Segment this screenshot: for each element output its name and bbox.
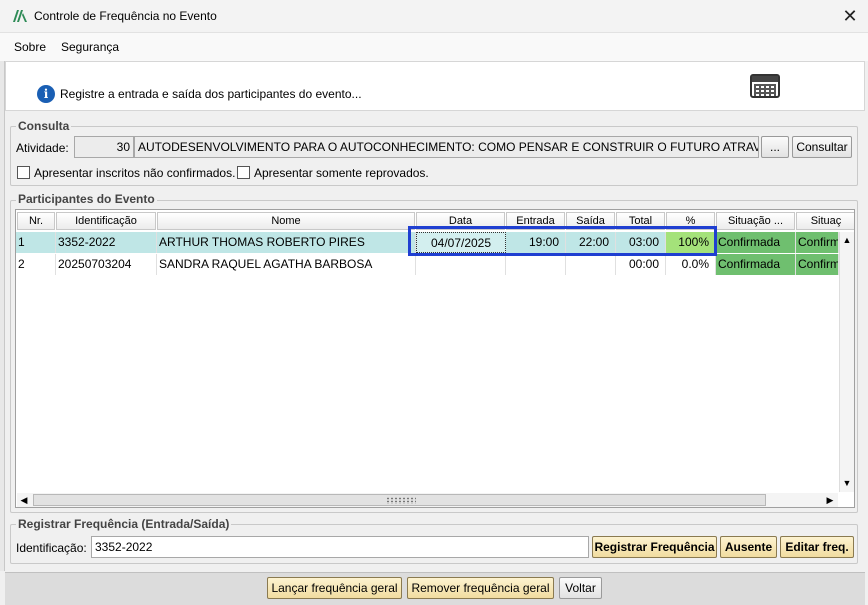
col-header-saida[interactable]: Saída	[566, 212, 615, 230]
registrar-id-label: Identificação:	[16, 541, 87, 555]
cell-nr: 2	[16, 254, 56, 275]
cell-total: 00:00	[616, 254, 666, 275]
horizontal-scrollbar[interactable]: ◀ ▶	[17, 493, 838, 507]
scroll-left-icon[interactable]: ◀	[17, 493, 31, 507]
info-icon: i	[37, 85, 55, 103]
menu-sobre[interactable]: Sobre	[14, 40, 46, 54]
voltar-button[interactable]: Voltar	[559, 577, 602, 599]
header-message: Registre a entrada e saída dos participa…	[60, 87, 362, 101]
col-header-data[interactable]: Data	[416, 212, 505, 230]
scroll-up-icon[interactable]: ▲	[840, 233, 854, 247]
registrar-frequencia-button[interactable]: Registrar Frequência	[592, 536, 717, 558]
cell-nome: ARTHUR THOMAS ROBERTO PIRES	[157, 232, 416, 253]
cell-entrada	[506, 254, 566, 275]
atividade-label: Atividade:	[16, 141, 69, 155]
menu-bar	[0, 33, 868, 61]
scroll-down-icon[interactable]: ▼	[840, 476, 854, 490]
lancar-frequencia-button[interactable]: Lançar frequência geral	[267, 577, 402, 599]
window-title: Controle de Frequência no Evento	[34, 9, 217, 23]
table-row[interactable]: 1 3352-2022 ARTHUR THOMAS ROBERTO PIRES …	[16, 232, 839, 253]
nao-confirmados-label: Apresentar inscritos não confirmados.	[34, 166, 236, 180]
cell-total: 03:00	[616, 232, 666, 253]
browse-activity-button[interactable]: ...	[761, 136, 789, 158]
atividade-code-field[interactable]: 30	[74, 136, 134, 158]
registrar-id-input[interactable]: 3352-2022	[91, 536, 589, 558]
cell-entrada: 19:00	[506, 232, 566, 253]
cell-nr: 1	[16, 232, 56, 253]
reprovados-label: Apresentar somente reprovados.	[254, 166, 429, 180]
background-window-edge	[0, 61, 5, 571]
cell-nome: SANDRA RAQUEL AGATHA BARBOSA	[157, 254, 416, 275]
reprovados-checkbox[interactable]	[237, 166, 250, 179]
editar-freq-button[interactable]: Editar freq.	[780, 536, 854, 558]
participantes-label: Participantes do Evento	[16, 192, 157, 206]
cell-situacao: Confirmada	[716, 254, 796, 275]
cell-saida: 22:00	[566, 232, 616, 253]
remover-frequencia-button[interactable]: Remover frequência geral	[407, 577, 554, 599]
cell-saida	[566, 254, 616, 275]
nao-confirmados-checkbox[interactable]	[17, 166, 30, 179]
close-icon[interactable]: ✕	[836, 3, 864, 29]
col-header-nome[interactable]: Nome	[157, 212, 415, 230]
table-row[interactable]: 2 20250703204 SANDRA RAQUEL AGATHA BARBO…	[16, 254, 839, 275]
cell-identificacao: 3352-2022	[56, 232, 157, 253]
horizontal-scroll-thumb[interactable]	[33, 494, 766, 506]
menu-seguranca[interactable]: Segurança	[61, 40, 119, 54]
vertical-scrollbar[interactable]: ▲ ▼	[839, 232, 854, 492]
cell-situacao-2: Confirm	[796, 254, 839, 275]
col-header-pct[interactable]: %	[666, 212, 715, 230]
scroll-right-icon[interactable]: ▶	[823, 493, 837, 507]
header-panel	[5, 61, 865, 111]
registrar-label: Registrar Frequência (Entrada/Saída)	[16, 517, 232, 531]
consulta-label: Consulta	[16, 119, 72, 133]
col-header-identificacao[interactable]: Identificação	[56, 212, 156, 230]
atividade-name-field[interactable]: AUTODESENVOLVIMENTO PARA O AUTOCONHECIME…	[134, 136, 759, 158]
col-header-situacao-2[interactable]: Situaç	[796, 212, 854, 230]
consultar-button[interactable]: Consultar	[792, 136, 852, 158]
cell-pct: 0.0%	[666, 254, 716, 275]
cell-situacao-2: Confirm	[796, 232, 839, 253]
cell-situacao: Confirmada	[716, 232, 796, 253]
col-header-situacao[interactable]: Situação ...	[716, 212, 795, 230]
col-header-total[interactable]: Total	[616, 212, 665, 230]
col-header-nr[interactable]: Nr.	[17, 212, 55, 230]
cell-data[interactable]: 04/07/2025	[416, 232, 506, 253]
calendar-icon	[750, 74, 780, 98]
cell-identificacao: 20250703204	[56, 254, 157, 275]
participants-grid[interactable]: Nr. Identificação Nome Data Entrada Saíd…	[15, 209, 855, 508]
app-logo-icon	[13, 10, 27, 22]
cell-pct: 100%	[666, 232, 716, 253]
cell-data	[416, 254, 506, 275]
ausente-button[interactable]: Ausente	[720, 536, 777, 558]
col-header-entrada[interactable]: Entrada	[506, 212, 565, 230]
